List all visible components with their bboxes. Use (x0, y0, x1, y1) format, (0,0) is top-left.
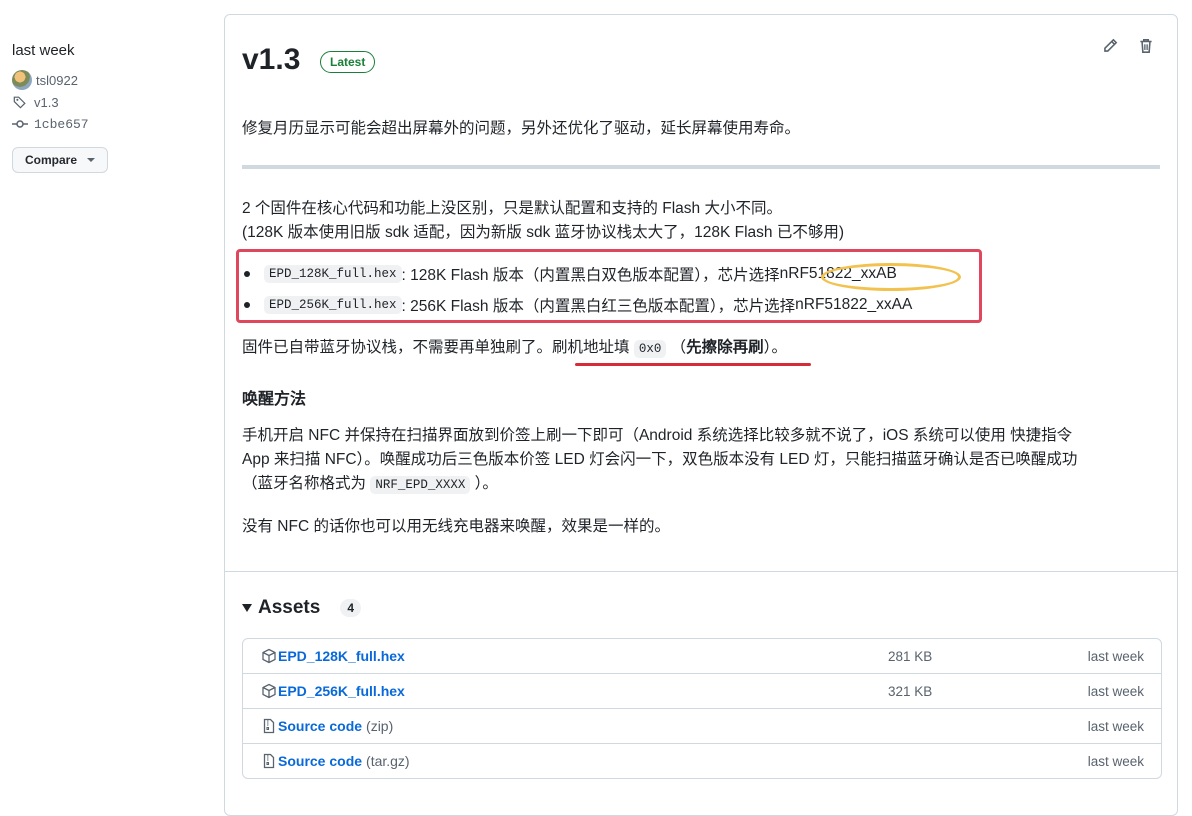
asset-size: 321 KB (888, 683, 933, 699)
tag-icon (12, 94, 28, 110)
pencil-icon (1104, 38, 1118, 52)
firmware-note-line1: 2 个固件在核心代码和功能上没区别，只是默认配置和支持的 Flash 大小不同。 (242, 200, 782, 217)
release-intro: 修复月历显示可能会超出屏幕外的问题，另外还优化了驱动，延长屏幕使用寿命。 (242, 120, 801, 137)
flash-address-note: 固件已自带蓝牙协议栈，不需要再单独刷了。刷机地址填 0x0 （先擦除再刷）。 (242, 336, 787, 361)
release-title[interactable]: v1.3 (242, 43, 300, 77)
wake-line: 手机开启 NFC 并保持在扫描界面放到价签上刷一下即可（Android 系统选择… (242, 427, 1073, 444)
commit-icon (12, 116, 28, 132)
wake-instructions: 手机开启 NFC 并保持在扫描界面放到价签上刷一下即可（Android 系统选择… (242, 424, 1077, 497)
flash-note-text: 固件已自带蓝牙协议栈，不需要再单独刷了。 (242, 339, 553, 356)
author-name: tsl0922 (36, 72, 78, 88)
file-zip-icon (261, 753, 277, 769)
triangle-down-icon (242, 604, 252, 612)
asset-row: Source code (tar.gz) last week (243, 743, 1161, 778)
firmware-note: 2 个固件在核心代码和功能上没区别，只是默认配置和支持的 Flash 大小不同。… (242, 197, 844, 245)
compare-label: Compare (25, 153, 78, 167)
asset-size: 281 KB (888, 648, 933, 664)
edit-button[interactable] (1101, 37, 1119, 55)
bullet (244, 302, 250, 308)
asset-date: last week (1087, 718, 1144, 734)
tag-name: v1.3 (34, 94, 59, 110)
delete-button[interactable] (1137, 37, 1155, 55)
compare-button[interactable]: Compare (12, 147, 109, 173)
firmware-code: EPD_256K_full.hex (264, 296, 402, 314)
section-separator (225, 571, 1177, 572)
asset-date: last week (1087, 683, 1144, 699)
erase-first-note: 先擦除再刷 (686, 339, 764, 356)
asset-link[interactable]: EPD_256K_full.hex (278, 683, 405, 699)
asset-format: (tar.gz) (366, 753, 410, 769)
wake-line: App 来扫描 NFC）。唤醒成功后三色版本价签 LED 灯会闪一下，双色版本没… (242, 451, 1078, 468)
bullet (244, 271, 250, 277)
wireless-charger-note: 没有 NFC 的话你也可以用无线充电器来唤醒，效果是一样的。 (242, 518, 670, 535)
chip-name: nRF51822_xxAA (795, 296, 913, 313)
asset-link[interactable]: Source code (278, 718, 362, 734)
list-item: EPD_256K_full.hex : 256K Flash 版本（内置黑白红三… (242, 294, 912, 316)
period: 。 (771, 339, 787, 356)
avatar (12, 70, 32, 90)
package-icon (261, 648, 277, 664)
asset-format: (zip) (366, 718, 394, 734)
firmware-desc: : 256K Flash 版本（内置黑白红三色版本配置），芯片选择 (401, 298, 796, 315)
asset-date: last week (1087, 753, 1144, 769)
release-date: last week (12, 42, 75, 59)
commit-sha: 1cbe657 (34, 116, 89, 132)
highlight-underline (575, 363, 811, 366)
flash-addr-label: 刷机地址填 (552, 339, 634, 356)
bluetooth-name-code: NRF_EPD_XXXX (370, 476, 471, 494)
list-item: EPD_128K_full.hex : 128K Flash 版本（内置黑白双色… (242, 263, 897, 285)
divider (242, 165, 1160, 169)
firmware-note-line2: (128K 版本使用旧版 sdk 适配，因为新版 sdk 蓝牙协议栈太大了，12… (242, 224, 845, 241)
paren-open: （ (666, 339, 687, 356)
asset-link[interactable]: Source code (278, 753, 362, 769)
trash-icon (1140, 39, 1152, 53)
asset-row: Source code (zip) last week (243, 708, 1161, 743)
flash-addr-code: 0x0 (633, 340, 667, 358)
wake-line: （蓝牙名称格式为 NRF_EPD_XXXX ）。 (242, 472, 1077, 497)
release-meta: last week tsl0922 v1.3 1cbe657 Compare (12, 42, 212, 173)
firmware-code: EPD_128K_full.hex (264, 265, 402, 283)
author-link[interactable]: tsl0922 (12, 69, 212, 91)
firmware-desc: : 128K Flash 版本（内置黑白双色版本配置），芯片选择 (401, 267, 780, 284)
assets-count: 4 (340, 599, 362, 617)
chevron-down-icon (87, 158, 96, 162)
assets-list: EPD_128K_full.hex 281 KB last week EPD_2… (242, 638, 1162, 779)
release-card: v1.3 Latest 修复月历显示可能会超出屏幕外的问题，另外还优化了驱动，延… (224, 14, 1178, 816)
asset-link[interactable]: EPD_128K_full.hex (278, 648, 405, 664)
asset-row: EPD_256K_full.hex 321 KB last week (243, 673, 1161, 708)
assets-heading: Assets (258, 597, 321, 618)
package-icon (261, 683, 277, 699)
assets-toggle[interactable]: Assets 4 (242, 597, 362, 619)
wake-line-text: ）。 (470, 475, 498, 492)
latest-badge: Latest (320, 51, 376, 73)
tag-link[interactable]: v1.3 (12, 91, 212, 113)
file-zip-icon (261, 718, 277, 734)
commit-link[interactable]: 1cbe657 (12, 113, 212, 135)
asset-row: EPD_128K_full.hex 281 KB last week (243, 639, 1161, 673)
wake-line-text: （蓝牙名称格式为 (242, 475, 371, 492)
asset-date: last week (1087, 648, 1144, 664)
highlight-oval (821, 263, 961, 291)
wake-heading: 唤醒方法 (242, 391, 307, 408)
